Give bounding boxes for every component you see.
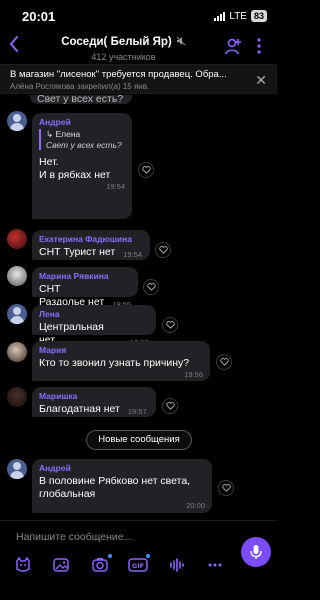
new-messages-badge[interactable]: Новые сообщения (86, 430, 192, 450)
message-input[interactable]: Напишите сообщение... (16, 531, 132, 543)
pinned-meta: Алёна Рослякова закрепил(а) 15 янв. (10, 82, 150, 91)
message-time: 20:00 (186, 501, 205, 510)
message-text: Нет. (39, 156, 59, 168)
status-bar: 20:01 LTE 83 (0, 0, 277, 32)
audio-icon[interactable] (168, 556, 186, 574)
message-time: 19:57 (127, 407, 147, 416)
avatar[interactable] (7, 304, 27, 324)
gallery-icon[interactable] (52, 556, 70, 574)
chevron-left-icon (9, 36, 18, 52)
message-time: 19:56 (184, 370, 203, 379)
heart-icon[interactable] (143, 279, 159, 295)
chat-header: Соседи( Белый Яр) 412 участников (0, 32, 277, 62)
more-icon[interactable] (206, 556, 224, 574)
message-bubble[interactable]: Свет у всех есть? (30, 95, 132, 105)
chat-title: Соседи( Белый Яр) (61, 36, 172, 48)
participant-count: 412 участников (91, 52, 156, 62)
menu-icon[interactable] (249, 36, 269, 56)
sender-name: Марина Рявкина (39, 271, 109, 281)
pinned-text: В магазин "лисенок" требуется продавец. … (10, 69, 227, 80)
pinned-message[interactable]: В магазин "лисенок" требуется продавец. … (0, 64, 277, 94)
quote-author: ↳ Елена (46, 129, 81, 139)
message-text: Свет у всех есть? (37, 95, 124, 105)
add-member-icon[interactable] (223, 36, 243, 56)
message-bubble[interactable]: Екатерина Фадюшина СНТ Турист нет 19:54 (32, 230, 150, 260)
sender-name: Андрей (39, 117, 71, 127)
sender-name: Мария (39, 345, 67, 355)
message-list[interactable]: Свет у всех есть? Андрей ↳ Елена Свет у … (0, 95, 277, 520)
message-bubble[interactable]: Марина Рявкина СНТ Раздолье нет19:55 (32, 267, 138, 309)
reply-quote[interactable]: ↳ Елена Свет у всех есть? (39, 129, 125, 150)
camera-icon[interactable] (91, 556, 109, 574)
avatar[interactable] (7, 342, 27, 362)
message-time: 19:54 (123, 250, 143, 259)
message-text: В половине Рябково нет света, (39, 475, 191, 487)
avatar[interactable] (7, 111, 27, 131)
message-text: И в рябках нет (39, 169, 111, 181)
message-text: глобальная (39, 488, 96, 500)
svg-text:GIF: GIF (132, 562, 144, 570)
sender-name: Андрей (39, 463, 71, 473)
close-icon[interactable]: ✕ (255, 72, 267, 89)
quote-text: Свет у всех есть? (46, 140, 122, 150)
gif-badge (146, 554, 150, 558)
message-bubble[interactable]: Андрей В половине Рябково нет света, гло… (32, 459, 212, 513)
mute-icon (176, 36, 186, 49)
camera-badge (108, 554, 112, 558)
message-text: СНТ Турист нет (39, 246, 116, 258)
avatar[interactable] (7, 229, 27, 249)
heart-icon[interactable] (138, 162, 154, 178)
status-indicators: LTE 83 (214, 10, 267, 22)
avatar[interactable] (7, 459, 27, 479)
composer: Напишите сообщение... GIF (0, 520, 277, 600)
microphone-button[interactable] (241, 537, 271, 567)
message-time: 19:54 (106, 182, 125, 191)
battery-icon: 83 (250, 10, 267, 22)
chat-title-block[interactable]: Соседи( Белый Яр) 412 участников (30, 32, 217, 62)
message-bubble[interactable]: Лена Центральная нет19:55 (32, 305, 156, 347)
sender-name: Маришка (39, 391, 78, 401)
microphone-icon (250, 545, 262, 559)
avatar[interactable] (7, 266, 27, 286)
sender-name: Лена (39, 309, 60, 319)
sender-name: Екатерина Фадюшина (39, 234, 132, 244)
network-label: LTE (229, 10, 247, 22)
heart-icon[interactable] (216, 354, 232, 370)
heart-icon[interactable] (155, 242, 171, 258)
avatar[interactable] (7, 387, 27, 407)
message-text: Благодатная нет (39, 403, 120, 415)
sticker-icon[interactable] (14, 556, 32, 574)
back-button[interactable] (8, 35, 26, 57)
heart-icon[interactable] (218, 480, 234, 496)
heart-icon[interactable] (162, 398, 178, 414)
message-text: Кто то звонил узнать причину? (39, 357, 190, 369)
heart-icon[interactable] (162, 317, 178, 333)
signal-icon (214, 11, 226, 21)
message-bubble[interactable]: Маришка Благодатная нет 19:57 (32, 387, 156, 417)
message-bubble[interactable]: Андрей ↳ Елена Свет у всех есть? Нет. И … (32, 113, 132, 219)
gif-icon[interactable]: GIF (128, 556, 148, 574)
status-time: 20:01 (22, 9, 56, 24)
message-bubble[interactable]: Мария Кто то звонил узнать причину? 19:5… (32, 341, 210, 381)
